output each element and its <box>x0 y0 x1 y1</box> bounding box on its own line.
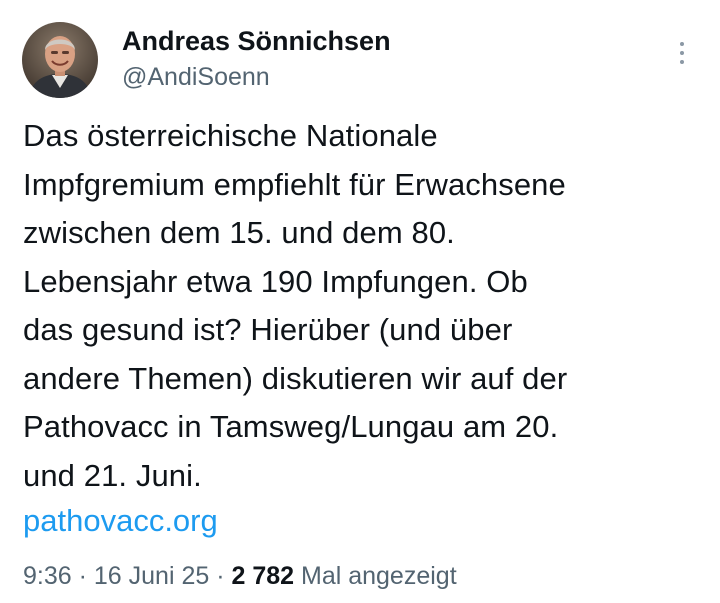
tweet-meta: 9:36 · 16 Juni 25 · 2 782 Mal angezeigt <box>23 559 457 593</box>
meta-separator: · <box>71 562 94 590</box>
author-display-name[interactable]: Andreas Sönnichsen <box>122 26 391 56</box>
tweet-time[interactable]: 9:36 <box>23 562 72 590</box>
tweet-text-line: zwischen dem 15. und dem 80. <box>23 215 455 250</box>
tweet-text-line: Das österreichische Nationale <box>23 118 438 153</box>
avatar[interactable] <box>22 22 98 98</box>
tweet-text-line: andere Themen) diskutieren wir auf der <box>23 360 568 396</box>
tweet-text-line: Impfgremium empfiehlt für Erwachsene <box>23 166 566 202</box>
more-options-icon[interactable] <box>670 36 694 70</box>
author-handle[interactable]: @AndiSoenn <box>122 62 391 92</box>
tweet-link[interactable]: pathovacc.org <box>23 497 218 545</box>
meta-separator: · <box>209 562 232 590</box>
tweet-text-line: Lebensjahr etwa 190 Impfungen. Ob <box>23 263 528 299</box>
more-dot <box>680 60 684 64</box>
more-dot <box>680 42 684 46</box>
views-count: 2 782 <box>231 562 295 590</box>
tweet-text: Das österreichische Nationale Impfgremiu… <box>23 112 713 500</box>
tweet-card: Andreas Sönnichsen @AndiSoenn Das österr… <box>0 0 720 603</box>
more-dot <box>680 51 684 55</box>
avatar-photo <box>22 22 98 98</box>
tweet-text-line: das gesund ist? Hierüber (und über <box>23 312 513 347</box>
tweet-text-line: Pathovacc in Tamsweg/Lungau am 20. <box>23 409 559 444</box>
views-label: Mal angezeigt <box>294 562 457 590</box>
tweet-date[interactable]: 16 Juni 25 <box>94 562 209 590</box>
tweet-text-line: und 21. Juni. <box>23 457 202 493</box>
author-block: Andreas Sönnichsen @AndiSoenn <box>122 26 391 92</box>
